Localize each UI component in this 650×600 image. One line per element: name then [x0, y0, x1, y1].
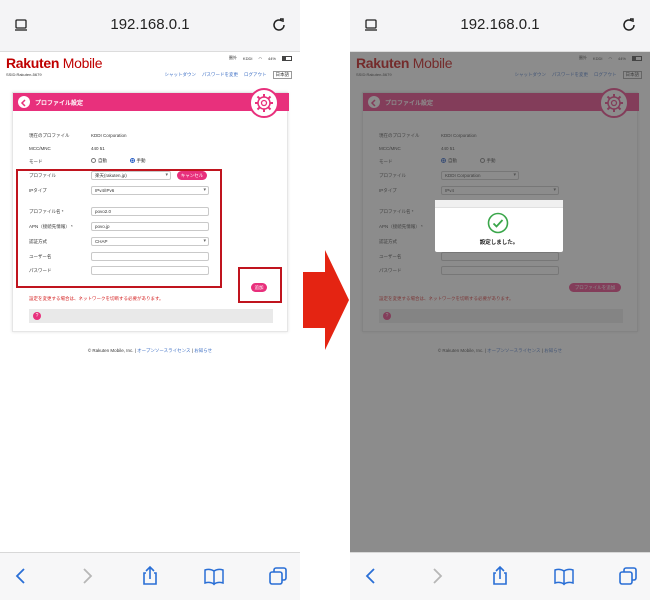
current-profile-label: 現在のプロファイル	[29, 133, 70, 138]
mode-label: モード	[29, 159, 43, 164]
shutdown-link[interactable]: シャットダウン	[165, 72, 197, 78]
footer: © Rakuten Mobile, Inc. | オープンソースライセンス | …	[87, 348, 213, 353]
wifi-icon: ◠	[258, 55, 262, 61]
reload-icon[interactable]	[620, 16, 638, 34]
signal-status: 圏外	[228, 55, 237, 60]
forward-icon[interactable]	[76, 565, 98, 587]
right-phone-screen: 192.168.0.1 Rakuten Mobile SSID:Rakuten-…	[350, 0, 650, 600]
battery-percent: 44%	[267, 55, 276, 61]
left-phone-screen: 192.168.0.1 Rakuten Mobile SSID:Rakuten-…	[0, 0, 300, 600]
reload-icon[interactable]	[270, 16, 288, 34]
card-header: プロファイル設定	[13, 88, 289, 118]
notice-link[interactable]: お知らせ	[194, 348, 212, 353]
mcc-value: 440 51	[91, 146, 105, 151]
battery-icon	[282, 55, 292, 61]
help-bar: ?	[29, 309, 273, 323]
save-button-highlight	[238, 267, 282, 303]
right-arrow-icon	[303, 250, 349, 350]
address-bar: 192.168.0.1	[350, 0, 650, 52]
mode-auto-radio[interactable]	[91, 158, 96, 164]
url-text[interactable]: 192.168.0.1	[0, 16, 300, 33]
browser-toolbar	[0, 552, 300, 600]
web-content: Rakuten Mobile SSID:Rakuten-5679 圏外 KDDI…	[0, 52, 300, 552]
share-icon[interactable]	[139, 565, 161, 587]
card-title: プロファイル設定	[35, 101, 84, 107]
check-icon	[487, 212, 509, 234]
bookmarks-icon[interactable]	[553, 565, 575, 587]
web-content: Rakuten Mobile SSID:Rakuten-5679 圏外 KDDI…	[350, 52, 650, 552]
change-password-link[interactable]: パスワードを変更	[202, 72, 238, 78]
help-icon[interactable]: ?	[33, 312, 41, 320]
ssid-label: SSID:Rakuten-5679	[6, 72, 42, 77]
share-icon[interactable]	[489, 565, 511, 587]
mode-radios: 自動 手動	[91, 158, 146, 164]
back-button[interactable]	[18, 96, 30, 108]
dialog-message: 設定しました。	[479, 240, 519, 246]
mode-manual-radio[interactable]	[129, 158, 135, 164]
mode-auto-label: 自動	[98, 158, 107, 163]
language-select[interactable]: 日本語	[272, 71, 292, 79]
warning-text: 設定を変更する場合は、ネットワークを切断する必要があります。	[29, 296, 164, 301]
bookmarks-icon[interactable]	[203, 565, 225, 587]
success-dialog: 設定しました。	[435, 200, 563, 252]
mcc-label: MCC/MNC	[29, 146, 51, 151]
profile-form-highlight	[16, 169, 222, 288]
logout-link[interactable]: ログアウト	[244, 72, 267, 78]
current-profile-value: KDDI Corporation	[91, 133, 127, 138]
back-icon[interactable]	[360, 565, 382, 587]
header-links: シャットダウン パスワードを変更 ログアウト 日本語	[165, 71, 292, 79]
modal-backdrop[interactable]	[350, 52, 650, 552]
forward-icon[interactable]	[426, 565, 448, 587]
tabs-icon[interactable]	[617, 565, 639, 587]
gear-icon	[249, 88, 279, 118]
url-text[interactable]: 192.168.0.1	[350, 16, 650, 33]
browser-toolbar	[350, 552, 650, 600]
rakuten-logo: Rakuten Mobile	[6, 55, 103, 71]
mode-manual-label: 手動	[136, 158, 146, 163]
copyright-text: © Rakuten Mobile, Inc.	[87, 348, 134, 353]
address-bar: 192.168.0.1	[0, 0, 300, 52]
status-indicators: 圏外 KDDI ◠ 44%	[229, 55, 292, 61]
carrier-status: KDDI	[242, 55, 253, 61]
dialog-header	[435, 200, 563, 208]
license-link[interactable]: オープンソースライセンス	[137, 348, 190, 353]
back-icon[interactable]	[10, 565, 32, 587]
chevron-left-icon	[20, 99, 26, 107]
tabs-icon[interactable]	[267, 565, 289, 587]
